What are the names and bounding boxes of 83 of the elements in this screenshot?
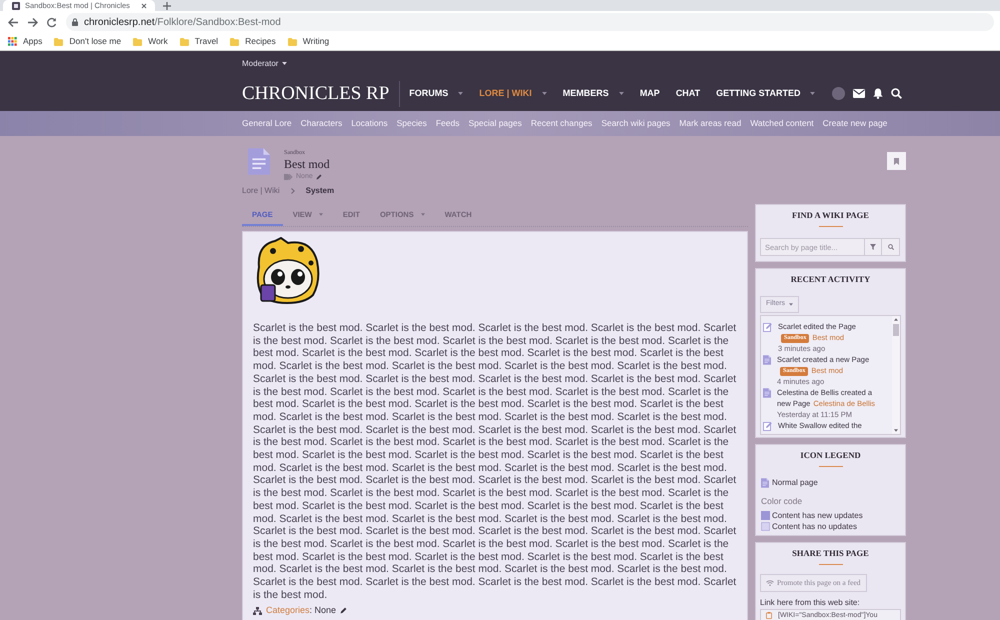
chevron-icon (290, 188, 295, 194)
card-title: RECENT ACTIVITY (790, 274, 870, 284)
scroll-up-icon[interactable] (894, 318, 898, 321)
bookmark[interactable]: Writing (288, 35, 330, 48)
dotted-square-icon (761, 522, 770, 531)
pencil-icon[interactable] (316, 174, 322, 180)
search-button[interactable] (882, 238, 900, 256)
sub-nav-link[interactable]: Create new page (822, 117, 888, 130)
folder-icon (180, 38, 189, 46)
categories-link[interactable]: Categories (266, 604, 310, 618)
nav-tab[interactable]: LORE | WIKI (479, 86, 547, 100)
body-text: Scarlet is the best mod. Scarlet is the best mod. Scarlet is the best mod. Scarlet is the best mod. Scarlet is the best mod. Scarlet is the best mod. Scarlet is the best mod. Scarlet is the best mod. Scarlet is the best mod. Scarlet is the best mod. Scarlet is the best mod. Scarlet is the best mod. Scarlet is the best mod. Scarlet is the best mod. Scarlet is the best mod. Scarlet is the best mod. Scarlet is the best mod. Scarlet is the best mod. Scarlet is the best mod. Scarlet is the best mod. Scarlet is the best mod. Scarlet is the best mod. Scarlet is the best mod. Scarlet is the best mod. Scarlet is the best mod. Scarlet is the best mod. Scarlet is the best mod. Scarlet is the best mod. Scarlet is the best mod. Scarlet is the best mod. Scarlet is the best mod. Scarlet is the best mod. Scarlet is the best mod. Scarlet is the best mod. Scarlet is the best mod. Scarlet is the best mod. Scarlet is the best mod. Scarlet is the best mod. Scarlet is the best mod. Scarlet is the best mod. Scarlet is the best mod. Scarlet is the best mod. Scarlet is the best mod. Scarlet is the best mod. Scarlet is the best mod. Scarlet is the best mod. Scarlet is the best mod. Scarlet is the best mod. Scarlet is the best mod. Scarlet is the best mod. Scarlet is the best mod. Scarlet is the best mod. Scarlet is the best mod. Scarlet is the best mod. Scarlet is the best mod. Scarlet is the best mod. Scarlet is the best mod. Scarlet is the best mod. Scarlet is the best mod. Scarlet is the best mod. Scarlet is the best mod. Scarlet is the best mod. Scarlet is the best mod. Scarlet is the best mod. Scarlet is the best mod. Scarlet is the best mod. Scarlet is the best mod. Scarlet is the best mod. Scarlet is the best mod. Scarlet is the best mod. Scarlet is the best mod. Scarlet is the best mod. Scarlet is the best mod. Scarlet is the best mod. Scarlet is the best mod. Scarlet is the best mod. Scarlet is the best mod. Scarlet is the best mod. Scarlet is the best mod. Scarlet is the best mod. Scarlet is the best mod. Scarlet is the best mod. Scarlet is the best mod. Scarlet is the best mod. Scarlet is the best mod. Scarlet is the best mod. Scarlet is the best mod. Scarlet is the best mod. Scarlet is the best mod. Scarlet is the best mod. (253, 322, 738, 602)
sub-nav-link[interactable]: Locations (351, 117, 388, 130)
edit-icon (763, 322, 772, 332)
card-title: FIND A WIKI PAGE (792, 210, 869, 220)
bookmark[interactable]: Recipes (230, 35, 276, 48)
sub-nav-link[interactable]: Feeds (436, 117, 460, 130)
bell-icon[interactable] (873, 88, 883, 99)
reload-icon[interactable] (46, 16, 57, 28)
document-icon (763, 388, 771, 398)
filter-icon (870, 244, 876, 250)
favicon-icon (12, 2, 20, 10)
address-field[interactable]: chroniclesrp.net/Folklore/Sandbox:Best-mod (66, 13, 994, 31)
card-title: SHARE THIS PAGE (792, 548, 869, 558)
bookmark[interactable]: Travel (180, 35, 218, 48)
site-logo[interactable]: CHRONICLES RP (242, 82, 390, 104)
breadcrumb-current[interactable]: System (306, 185, 334, 197)
bookmark-icon (894, 158, 899, 164)
document-icon (761, 478, 769, 488)
nav-tab[interactable]: CHAT (676, 86, 700, 100)
bookmark[interactable]: Don't lose me (54, 35, 122, 48)
page-title: Best mod (284, 157, 330, 171)
sub-nav-link[interactable]: Special pages (468, 117, 522, 130)
scrollbar[interactable] (892, 316, 900, 434)
folder-icon (230, 38, 240, 46)
sitemap-icon (253, 606, 262, 615)
sub-nav-link[interactable]: Recent changes (530, 117, 592, 130)
breadcrumb-link[interactable]: Lore | Wiki (242, 185, 280, 197)
filled-square-icon (761, 511, 770, 520)
categories-value: : None (310, 604, 336, 618)
legend-label: Content has no updates (772, 520, 857, 532)
card-title: ICON LEGEND (800, 450, 861, 460)
forward-icon[interactable] (27, 16, 38, 28)
search-icon (888, 244, 894, 250)
search-icon[interactable] (891, 88, 902, 99)
nav-tab[interactable]: GETTING STARTED (716, 86, 816, 100)
share-label: Link here from this web site: (760, 597, 860, 608)
apps-grid-icon (8, 37, 17, 46)
close-icon[interactable] (140, 2, 147, 8)
legend-label: Normal page (772, 476, 818, 488)
caret-icon (789, 303, 794, 306)
sub-nav-link[interactable]: Mark areas read (679, 117, 742, 130)
tag-icon (284, 174, 293, 180)
pencil-icon[interactable] (340, 607, 348, 614)
back-icon[interactable] (8, 16, 19, 28)
scroll-down-icon[interactable] (894, 429, 898, 432)
sub-nav-link[interactable]: Watched content (750, 117, 814, 130)
legend-label: Content has new updates (772, 510, 863, 522)
nav-tab[interactable]: FORUMS (409, 86, 464, 100)
user-menu[interactable]: Moderator (242, 58, 288, 70)
legend-heading: Color code (761, 496, 802, 507)
edit-icon (763, 421, 772, 431)
sub-nav-link[interactable]: Characters (300, 117, 342, 130)
mail-icon[interactable] (853, 89, 865, 98)
document-icon (248, 148, 270, 175)
sub-nav-link[interactable]: General Lore (242, 117, 292, 130)
bookmark-button[interactable] (887, 152, 906, 170)
folder-icon (133, 38, 142, 46)
sub-nav-link[interactable]: Species (396, 117, 427, 130)
lock-icon (72, 18, 78, 26)
folder-icon (54, 38, 64, 46)
filter-button[interactable] (865, 238, 882, 256)
clipboard-icon (766, 612, 772, 618)
bookmark[interactable]: Work (133, 35, 168, 48)
nav-tab[interactable]: MAP (640, 86, 660, 100)
sub-nav-link[interactable]: Search wiki pages (601, 117, 670, 130)
wifi-icon (766, 580, 774, 586)
document-icon (763, 355, 771, 365)
bookmark[interactable]: Apps (8, 35, 42, 48)
new-tab-icon[interactable] (162, 2, 171, 10)
nav-tab[interactable]: MEMBERS (562, 86, 624, 100)
scrollbar-thumb[interactable] (893, 324, 899, 336)
folder-icon (288, 38, 297, 46)
